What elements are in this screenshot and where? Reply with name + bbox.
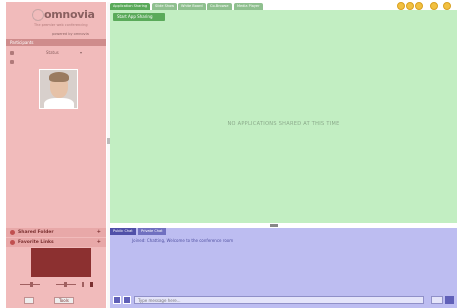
participant-status[interactable]: Status (46, 50, 59, 55)
start-app-sharing-button[interactable]: Start App Sharing (113, 13, 165, 21)
audio-controls (20, 281, 100, 289)
tab-slide-show[interactable]: Slide Show (152, 3, 178, 10)
tab-application-sharing[interactable]: Application Sharing (110, 3, 151, 10)
favorite-links-bar[interactable]: Favorite Links + (6, 238, 106, 247)
chat-menu-icon[interactable] (445, 296, 454, 304)
shoulders-shape (44, 98, 74, 108)
tab-private-chat[interactable]: Private Chat (138, 228, 166, 235)
powered-by: powered by omnovia (52, 32, 89, 36)
minimize-icon[interactable] (430, 2, 438, 10)
close-icon[interactable] (443, 2, 451, 10)
settings-icon[interactable] (24, 297, 34, 304)
add-icon[interactable]: + (97, 239, 101, 245)
shared-folder-label: Shared Folder (18, 230, 54, 235)
send-button[interactable] (431, 296, 443, 304)
shared-folder-bar[interactable]: Shared Folder + (6, 228, 106, 237)
help-icon[interactable] (397, 2, 405, 10)
logo-icon (32, 9, 44, 21)
participants-header[interactable]: Participants (6, 39, 106, 46)
participant-row[interactable]: Status ▾ (10, 50, 102, 56)
link-icon (10, 240, 15, 245)
add-icon[interactable]: + (97, 229, 101, 235)
mute-icon[interactable] (90, 282, 93, 287)
chat-message: Joined: Chatting, Welcome to the confere… (132, 238, 234, 243)
mic-icon[interactable] (82, 282, 84, 287)
participant-icon (10, 51, 14, 55)
speaker-volume-knob[interactable] (64, 282, 67, 287)
chevron-down-icon[interactable]: ▾ (80, 50, 82, 55)
tab-media-player[interactable]: Media Player (234, 3, 263, 10)
participant-video (39, 69, 78, 109)
logo-tagline: The premier web conferencing (34, 23, 88, 27)
tab-co-browse[interactable]: Co-Browse (207, 3, 232, 10)
mic-volume-knob[interactable] (30, 282, 33, 287)
tab-public-chat[interactable]: Public Chat (110, 228, 136, 235)
chat-input[interactable] (134, 296, 424, 304)
hair-shape (49, 72, 69, 82)
tools-button[interactable]: Tools (54, 297, 74, 304)
bottom-toolbar: Tools (16, 297, 101, 305)
logo-text: omnovia (44, 8, 95, 21)
info-icon[interactable] (415, 2, 423, 10)
participant-row-self[interactable] (10, 59, 102, 65)
folder-icon (10, 230, 15, 235)
favorite-links-label: Favorite Links (18, 240, 54, 245)
application-sharing-area: Start App Sharing NO APPLICATIONS SHARED… (110, 10, 457, 223)
window-controls (397, 2, 457, 10)
chat-input-row (110, 295, 457, 305)
tab-white-board[interactable]: White Board (178, 3, 206, 10)
participant-icon (10, 60, 14, 64)
empty-state-message: NO APPLICATIONS SHARED AT THIS TIME (227, 121, 340, 127)
module-tabbar: Application Sharing Slide Show White Boa… (110, 2, 457, 10)
app-logo: omnovia The premier web conferencing (26, 7, 96, 27)
local-video-preview (31, 248, 91, 277)
chat-panel: Public Chat Private Chat Joined: Chattin… (110, 228, 457, 308)
left-panel: omnovia The premier web conferencing pow… (6, 2, 106, 308)
settings-icon[interactable] (406, 2, 414, 10)
splitter-grip[interactable] (270, 224, 278, 227)
grid-icon[interactable] (123, 296, 131, 304)
emoticon-icon[interactable] (113, 296, 121, 304)
